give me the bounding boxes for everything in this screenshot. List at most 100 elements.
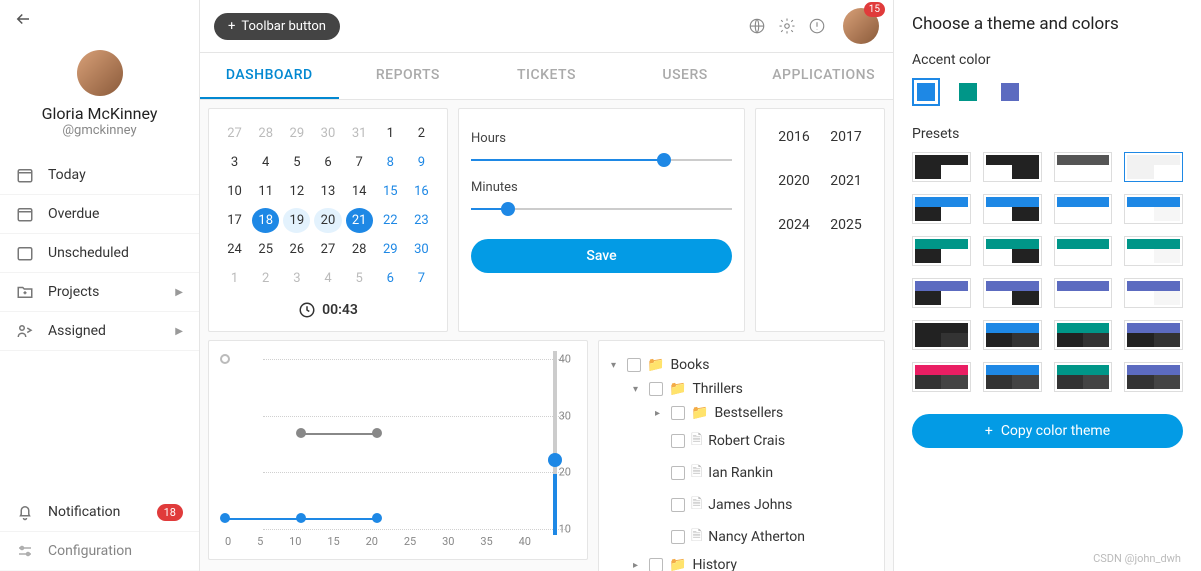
theme-preset[interactable]: [912, 278, 971, 308]
checkbox[interactable]: [649, 558, 663, 571]
sidebar-collapse-button[interactable]: [0, 0, 199, 42]
globe-button[interactable]: [747, 16, 767, 36]
tree-leaf[interactable]: 🗎James Johns: [655, 489, 872, 521]
avatar[interactable]: [77, 50, 123, 96]
tree-leaf[interactable]: 🗎Nancy Atherton: [655, 521, 872, 553]
calendar-cell[interactable]: 28: [346, 237, 373, 262]
calendar-cell[interactable]: 16: [408, 179, 435, 204]
theme-preset[interactable]: [1124, 320, 1183, 350]
calendar-cell[interactable]: 6: [314, 150, 341, 175]
chart-point[interactable]: [296, 428, 306, 438]
calendar-cell[interactable]: 10: [221, 179, 248, 204]
tree-leaf[interactable]: 🗎Ian Rankin: [655, 457, 872, 489]
theme-preset[interactable]: [983, 236, 1042, 266]
calendar-cell[interactable]: 4: [252, 150, 279, 175]
calendar-cell[interactable]: 3: [283, 266, 310, 291]
accent-swatch[interactable]: [954, 78, 982, 106]
calendar-cell[interactable]: 18: [252, 208, 279, 233]
vertical-slider[interactable]: [553, 351, 557, 535]
chart-point[interactable]: [372, 428, 382, 438]
tree-node-thrillers[interactable]: ▾📁Thrillers: [633, 377, 872, 401]
calendar-cell[interactable]: 23: [408, 208, 435, 233]
calendar-cell[interactable]: 28: [252, 121, 279, 146]
theme-preset[interactable]: [1054, 320, 1113, 350]
calendar-cell[interactable]: 11: [252, 179, 279, 204]
calendar-cell[interactable]: 14: [346, 179, 373, 204]
tab-reports[interactable]: REPORTS: [339, 53, 478, 99]
chart-point[interactable]: [296, 513, 306, 523]
tree-node-books[interactable]: ▾📁Books: [611, 353, 872, 377]
calendar-cell[interactable]: 3: [221, 150, 248, 175]
theme-preset[interactable]: [1124, 236, 1183, 266]
settings-button[interactable]: [777, 16, 797, 36]
tab-users[interactable]: USERS: [616, 53, 755, 99]
accent-swatch[interactable]: [996, 78, 1024, 106]
theme-preset[interactable]: [1124, 194, 1183, 224]
theme-preset[interactable]: [1124, 362, 1183, 392]
calendar-cell[interactable]: 19: [283, 208, 310, 233]
calendar-cell[interactable]: 8: [377, 150, 404, 175]
calendar-cell[interactable]: 5: [283, 150, 310, 175]
chart-point[interactable]: [372, 513, 382, 523]
calendar-cell[interactable]: 31: [346, 121, 373, 146]
alert-button[interactable]: [807, 16, 827, 36]
sidebar-item-projects[interactable]: Projects ▶: [0, 273, 199, 312]
calendar-cell[interactable]: 27: [221, 121, 248, 146]
theme-preset[interactable]: [1124, 152, 1183, 182]
theme-preset[interactable]: [983, 320, 1042, 350]
theme-preset[interactable]: [912, 236, 971, 266]
calendar-cell[interactable]: 22: [377, 208, 404, 233]
tree-leaf[interactable]: 🗎Robert Crais: [655, 425, 872, 457]
calendar-cell[interactable]: 30: [408, 237, 435, 262]
theme-preset[interactable]: [912, 152, 971, 182]
theme-preset[interactable]: [912, 320, 971, 350]
sidebar-item-assigned[interactable]: Assigned ▶: [0, 312, 199, 351]
calendar-cell[interactable]: 20: [314, 208, 341, 233]
calendar-cell[interactable]: 6: [377, 266, 404, 291]
copy-theme-button[interactable]: + Copy color theme: [912, 414, 1183, 448]
sidebar-item-notification[interactable]: Notification 18: [0, 493, 199, 532]
chart-point[interactable]: [220, 513, 230, 523]
checkbox[interactable]: [627, 358, 641, 372]
calendar-cell[interactable]: 21: [346, 208, 373, 233]
calendar-cell[interactable]: 2: [408, 121, 435, 146]
calendar-cell[interactable]: 26: [283, 237, 310, 262]
year-cell[interactable]: 2021: [830, 173, 861, 189]
calendar-cell[interactable]: 7: [346, 150, 373, 175]
theme-preset[interactable]: [1054, 152, 1113, 182]
topbar-avatar[interactable]: 15: [843, 8, 879, 44]
tab-tickets[interactable]: TICKETS: [477, 53, 616, 99]
theme-preset[interactable]: [1054, 362, 1113, 392]
checkbox[interactable]: [671, 466, 685, 480]
theme-preset[interactable]: [1054, 236, 1113, 266]
sidebar-item-today[interactable]: Today: [0, 156, 199, 195]
tree-node-history[interactable]: ▸📁History: [633, 553, 872, 571]
year-cell[interactable]: 2017: [830, 129, 861, 145]
calendar-cell[interactable]: 2: [252, 266, 279, 291]
calendar-cell[interactable]: 30: [314, 121, 341, 146]
calendar-cell[interactable]: 1: [221, 266, 248, 291]
year-cell[interactable]: 2016: [778, 129, 809, 145]
calendar-cell[interactable]: 5: [346, 266, 373, 291]
year-cell[interactable]: 2020: [778, 173, 809, 189]
sidebar-item-overdue[interactable]: Overdue: [0, 195, 199, 234]
theme-preset[interactable]: [912, 362, 971, 392]
calendar-cell[interactable]: 24: [221, 237, 248, 262]
checkbox[interactable]: [671, 434, 685, 448]
tab-applications[interactable]: APPLICATIONS: [754, 53, 893, 99]
calendar-cell[interactable]: 27: [314, 237, 341, 262]
calendar-cell[interactable]: 15: [377, 179, 404, 204]
calendar-cell[interactable]: 25: [252, 237, 279, 262]
calendar-cell[interactable]: 12: [283, 179, 310, 204]
calendar-cell[interactable]: 9: [408, 150, 435, 175]
sidebar-item-unscheduled[interactable]: Unscheduled: [0, 234, 199, 273]
year-cell[interactable]: 2024: [778, 217, 809, 233]
theme-preset[interactable]: [983, 152, 1042, 182]
checkbox[interactable]: [649, 382, 663, 396]
toolbar-button[interactable]: + Toolbar button: [214, 13, 340, 40]
checkbox[interactable]: [671, 406, 685, 420]
calendar-cell[interactable]: 29: [283, 121, 310, 146]
year-cell[interactable]: 2025: [830, 217, 861, 233]
save-button[interactable]: Save: [471, 239, 732, 273]
sidebar-item-configuration[interactable]: Configuration: [0, 532, 199, 571]
